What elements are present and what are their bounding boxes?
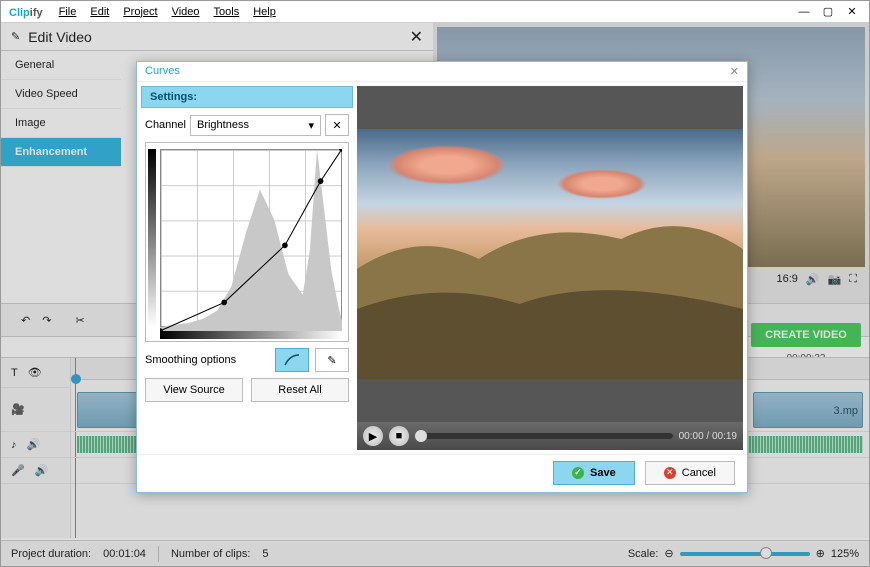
channel-label: Channel [145, 119, 186, 131]
channel-reset-button[interactable]: ✕ [325, 114, 349, 136]
menu-video[interactable]: Video [172, 6, 200, 18]
smoothing-label: Smoothing options [145, 354, 236, 366]
input-gradient [160, 331, 342, 339]
smooth-curve-button[interactable] [275, 348, 309, 372]
menubar: Clipify File Edit Project Video Tools He… [1, 1, 869, 23]
output-gradient [148, 149, 156, 327]
dialog-playbar: ▶ ■ 00:00 / 00:19 [357, 422, 743, 450]
save-button[interactable]: ✓Save [553, 461, 635, 485]
app-logo: Clipify [9, 5, 43, 19]
close-icon[interactable]: ✕ [843, 5, 861, 19]
settings-header: Settings: [141, 86, 353, 108]
menu-project[interactable]: Project [123, 6, 157, 18]
reset-all-button[interactable]: Reset All [251, 378, 349, 402]
playbar-time: 00:00 / 00:19 [679, 431, 737, 442]
menu-edit[interactable]: Edit [90, 6, 109, 18]
menu-tools[interactable]: Tools [214, 6, 240, 18]
maximize-icon[interactable]: ▢ [819, 5, 837, 19]
curves-dialog: Curves ✕ Settings: Channel Brightness ▾ … [136, 61, 748, 493]
play-icon[interactable]: ▶ [363, 426, 383, 446]
view-source-button[interactable]: View Source [145, 378, 243, 402]
pencil-curve-button[interactable]: ✎ [315, 348, 349, 372]
cancel-x-icon: ✕ [664, 467, 676, 479]
minimize-icon[interactable]: — [795, 5, 813, 19]
dialog-preview [357, 86, 743, 422]
stop-icon[interactable]: ■ [389, 426, 409, 446]
cancel-button[interactable]: ✕Cancel [645, 461, 735, 485]
curve-editor[interactable] [145, 142, 349, 342]
dialog-close-icon[interactable]: ✕ [730, 65, 739, 78]
channel-value: Brightness [197, 119, 249, 131]
curve-svg [160, 149, 342, 331]
chevron-down-icon: ▾ [308, 119, 314, 132]
seek-slider[interactable] [415, 433, 673, 439]
channel-select[interactable]: Brightness ▾ [190, 115, 321, 136]
menu-file[interactable]: File [59, 6, 77, 18]
dialog-title: Curves [145, 65, 180, 78]
check-icon: ✓ [572, 467, 584, 479]
menu-help[interactable]: Help [253, 6, 276, 18]
